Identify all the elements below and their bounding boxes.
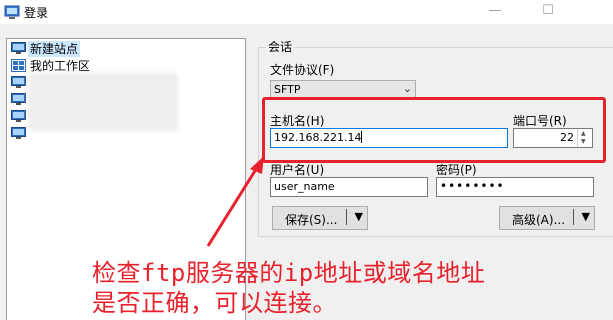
annotation-line-2: 是否正确，可以连接。 [92, 289, 337, 317]
